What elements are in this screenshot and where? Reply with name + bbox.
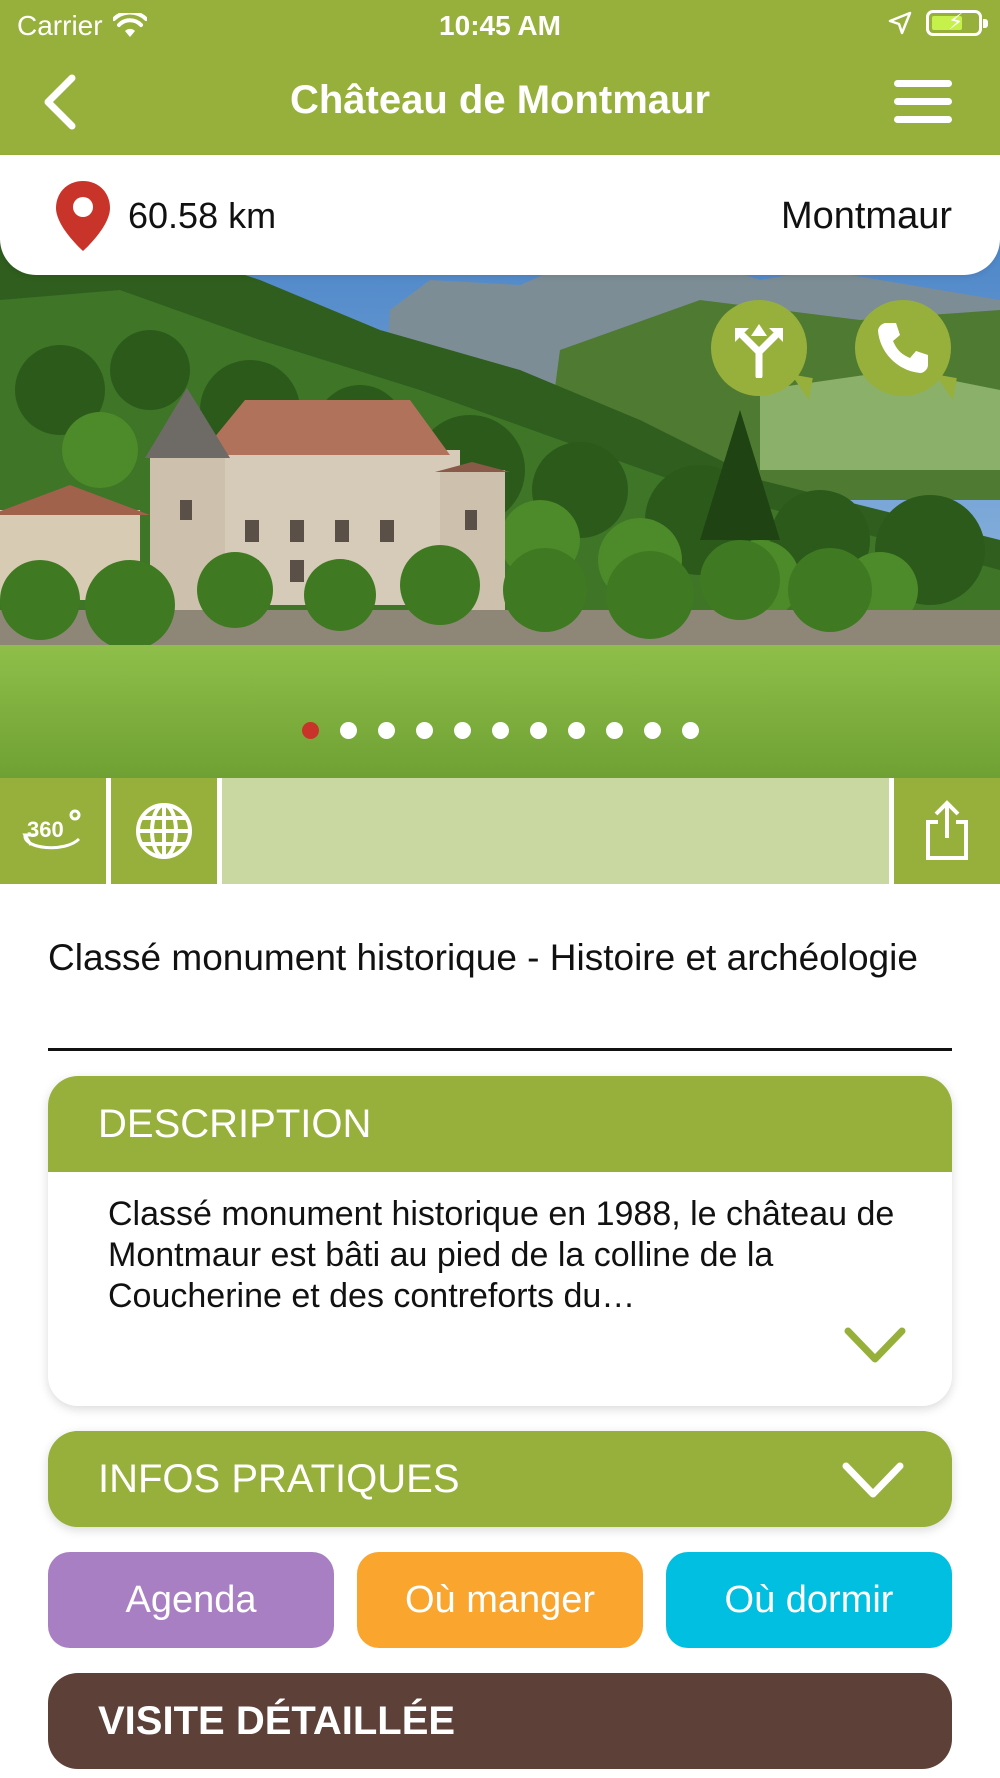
description-panel: DESCRIPTION Classé monument historique e… [48,1076,952,1406]
menu-button[interactable] [894,80,952,124]
carousel-dot[interactable] [643,722,661,739]
carousel-pagination[interactable] [0,722,1000,739]
distance-value: 60.58 km [128,195,277,236]
nav-bar: Château de Montmaur [0,50,1000,155]
infos-pratiques-panel[interactable]: INFOS PRATIQUES [48,1431,952,1527]
carousel-dot[interactable] [605,722,623,739]
carousel-dot[interactable] [377,722,395,739]
directions-icon [735,324,783,378]
carousel-dot[interactable] [301,722,319,739]
battery-icon: ⚡ [926,9,988,36]
ou-dormir-button[interactable]: Où dormir [666,1552,952,1648]
carousel-dot[interactable] [415,722,433,739]
share-icon [926,800,968,860]
globe-icon [136,803,192,859]
ou-manger-button[interactable]: Où manger [357,1552,643,1648]
location-card: 60.58 km Montmaur [0,155,1000,275]
agenda-button[interactable]: Agenda [48,1552,334,1648]
directions-button[interactable] [711,300,807,396]
chevron-down-icon [844,1327,906,1363]
carousel-dot[interactable] [681,722,699,739]
page-title: Château de Montmaur [289,78,711,122]
visite-detaillee-button[interactable]: VISITE DÉTAILLÉE [48,1673,952,1769]
carousel-dot[interactable] [339,722,357,739]
expand-infos-button[interactable] [842,1461,904,1504]
category-subtitle: Classé monument historique - Histoire et… [48,937,918,978]
carousel-dot[interactable] [491,722,509,739]
description-text: Classé monument historique en 1988, le c… [108,1195,895,1315]
360-icon: 360 [22,809,81,850]
status-bar: Carrier 10:45 AM ⚡ [0,0,1000,50]
hamburger-menu-icon [894,80,952,87]
hero-image[interactable] [0,240,1000,778]
share-button[interactable] [894,778,1000,884]
infos-pratiques-header[interactable]: INFOS PRATIQUES [48,1431,952,1527]
status-time: 10:45 AM [439,10,561,41]
location-arrow-icon [888,11,912,35]
header-bar: Carrier 10:45 AM ⚡ Château de Montmaur [0,0,1000,155]
chevron-down-icon [842,1462,904,1498]
town-name: Montmaur [780,195,952,237]
description-title: DESCRIPTION [98,1101,372,1146]
svg-text:360: 360 [27,817,64,842]
carousel-dot[interactable] [453,722,471,739]
infos-pratiques-title: INFOS PRATIQUES [98,1456,460,1501]
carousel-dot[interactable] [529,722,547,739]
expand-description-button[interactable] [844,1326,906,1369]
divider [48,1048,952,1051]
360-view-button[interactable]: 360 [0,778,106,884]
description-header[interactable]: DESCRIPTION [48,1076,952,1172]
visite-detaillee-label: VISITE DÉTAILLÉE [98,1698,456,1743]
media-toolbar: 360 [0,778,1000,884]
carousel-dot[interactable] [567,722,585,739]
status-right: ⚡ [888,9,988,36]
phone-icon [878,323,928,373]
website-button[interactable] [111,778,217,884]
call-button[interactable] [855,300,951,396]
chateau-photo [0,240,1000,778]
map-pin-icon [56,181,110,251]
